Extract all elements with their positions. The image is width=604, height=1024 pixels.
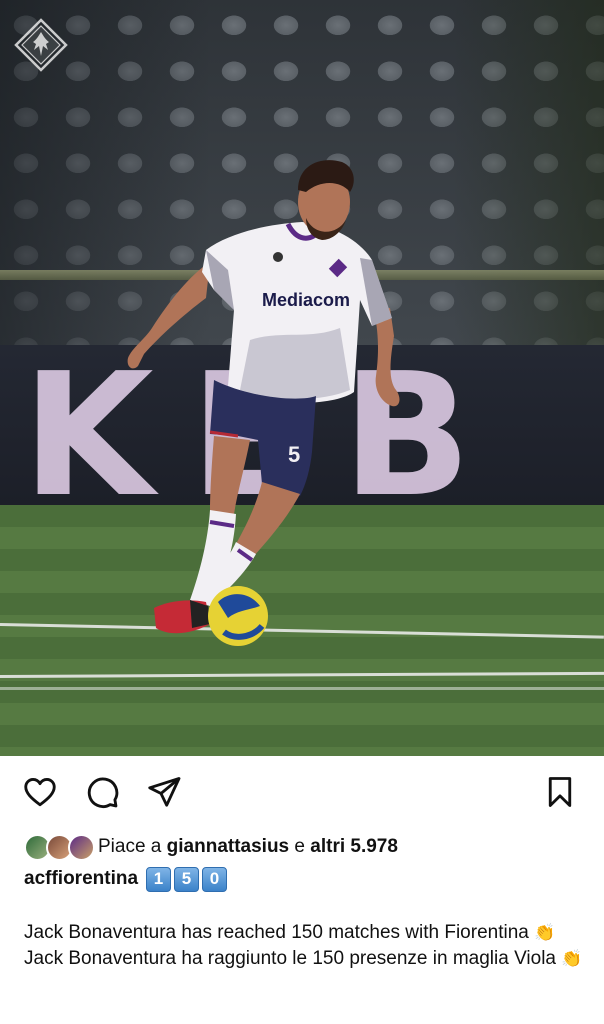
pitch-line: [0, 687, 604, 690]
clapping-hands-icon: 👏: [561, 948, 583, 968]
caption-body: Jack Bonaventura has reached 150 matches…: [24, 920, 584, 971]
share-button[interactable]: [144, 772, 184, 812]
likes-middle: e: [289, 836, 311, 857]
likes-text: Piace a giannattasius e altri 5.978: [98, 836, 398, 858]
caption-header: acffiorentina 1 5 0: [24, 864, 228, 894]
keycap-digits: 1 5 0: [146, 866, 228, 892]
likes-row[interactable]: Piace a giannattasius e altri 5.978: [24, 832, 398, 862]
bookmark-icon: [548, 777, 572, 807]
heart-icon: [24, 777, 56, 807]
keycap-digit: 0: [202, 866, 228, 892]
shirt-number-text: 5: [288, 442, 300, 467]
send-icon: [148, 777, 181, 807]
keycap-digit: 1: [146, 866, 172, 892]
likes-count[interactable]: altri 5.978: [310, 836, 398, 857]
caption-line-english: Jack Bonaventura has reached 150 matches…: [24, 920, 584, 946]
comment-icon: [87, 777, 119, 808]
keycap-digit: 5: [174, 866, 200, 892]
clapping-hands-icon: 👏: [534, 923, 556, 942]
liker-username[interactable]: giannattasius: [167, 836, 289, 857]
post-action-bar: [0, 772, 604, 818]
caption-line-italian: Jack Bonaventura ha raggiunto le 150 pre…: [24, 946, 584, 972]
avatar: [68, 834, 95, 861]
liker-avatars: [24, 833, 95, 861]
comment-button[interactable]: [82, 772, 122, 812]
like-button[interactable]: [20, 772, 60, 812]
post-username[interactable]: acffiorentina: [24, 868, 138, 890]
caption-text: Jack Bonaventura ha raggiunto le 150 pre…: [24, 947, 556, 969]
shirt-sponsor-text: Mediacom: [262, 290, 350, 310]
player-figure: Mediacom 5: [127, 160, 400, 646]
save-button[interactable]: [540, 772, 580, 812]
pitch-line: [0, 671, 604, 678]
likes-prefix: Piace a: [98, 836, 167, 857]
fiorentina-crest-icon: [14, 18, 68, 72]
caption-text: Jack Bonaventura has reached 150 matches…: [24, 922, 529, 943]
post-image[interactable]: KEB Mediacom 5: [0, 0, 604, 756]
